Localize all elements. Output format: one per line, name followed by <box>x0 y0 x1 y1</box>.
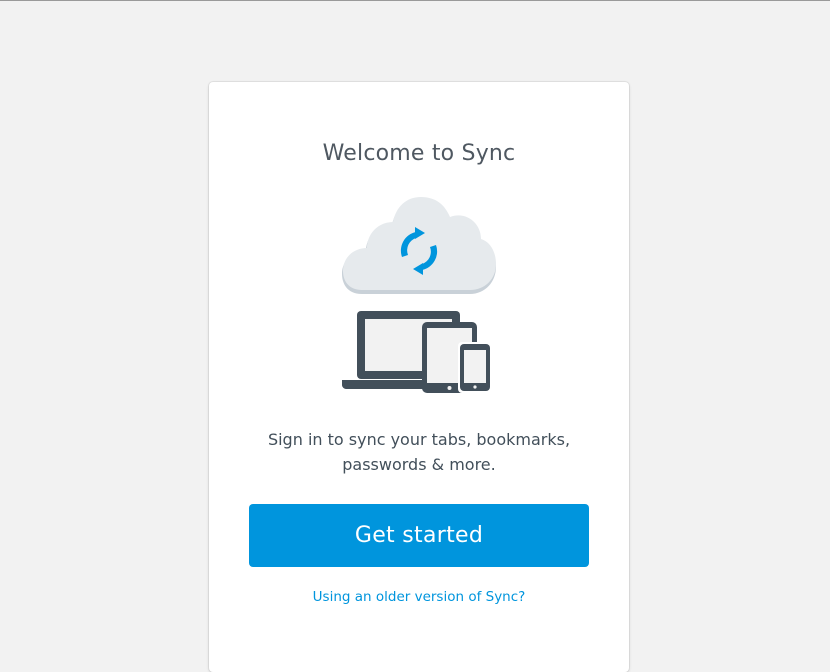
description-line-1: Sign in to sync your tabs, bookmarks, <box>267 430 571 449</box>
welcome-card: Welcome to Sync Sign in to sync your tab… <box>209 82 629 672</box>
description-line-2: passwords & more. <box>342 455 496 474</box>
sync-description: Sign in to sync your tabs, bookmarks, pa… <box>249 427 589 477</box>
sync-devices-illustration <box>342 197 496 393</box>
cloud-icon <box>342 197 496 294</box>
older-version-link[interactable]: Using an older version of Sync? <box>209 589 629 605</box>
get-started-button[interactable]: Get started <box>249 504 589 567</box>
phone-icon <box>458 342 492 393</box>
page: { "colors": { "page_background": "#f2f2f… <box>0 0 830 672</box>
page-title: Welcome to Sync <box>322 141 516 166</box>
